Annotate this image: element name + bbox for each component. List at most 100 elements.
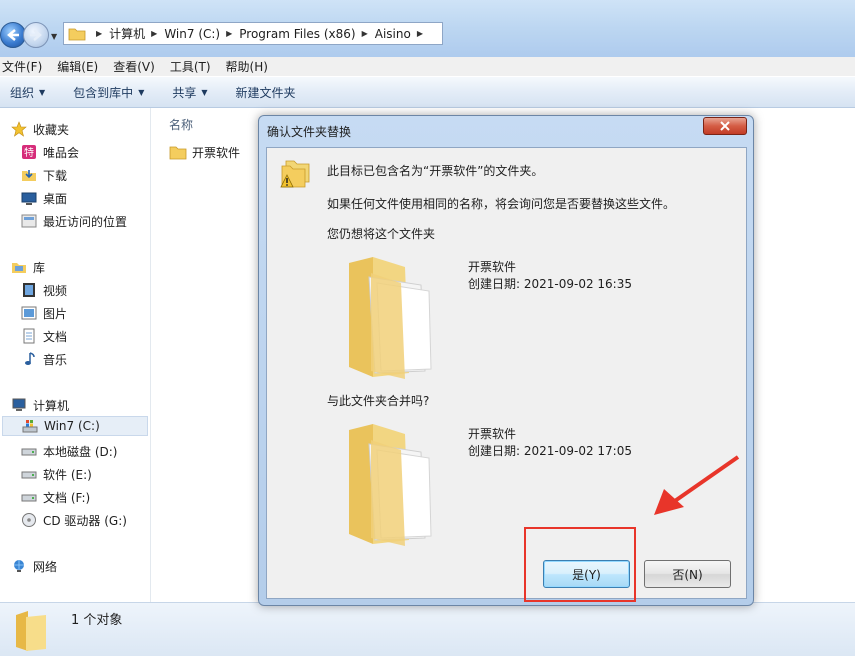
hard-drive-icon (20, 443, 38, 459)
dialog-message-line1: 此目标已包含名为“开票软件”的文件夹。 (327, 164, 544, 178)
vip-icon: 特 (20, 144, 38, 160)
sidebar-item-libraries[interactable]: 库 (10, 257, 45, 277)
chevron-right-icon: ▶ (416, 29, 423, 38)
sidebar-item-label: 库 (33, 260, 46, 275)
source-folder-preview[interactable] (347, 255, 435, 383)
sidebar-item-label: 图片 (43, 306, 68, 321)
target-folder-preview[interactable] (347, 422, 435, 550)
folder-icon (68, 28, 86, 40)
history-dropdown-icon[interactable]: ▼ (51, 32, 57, 41)
chevron-down-icon: ▼ (138, 87, 145, 97)
source-folder-info: 开票软件 创建日期: 2021-09-02 16:35 (468, 259, 632, 293)
breadcrumb-computer[interactable]: 计算机 ▶ (109, 25, 164, 42)
download-folder-icon (20, 167, 38, 183)
list-item[interactable]: 开票软件 (169, 144, 240, 161)
sidebar-item-label: 最近访问的位置 (43, 214, 128, 229)
network-icon (10, 558, 28, 574)
no-button[interactable]: 否(N) (644, 560, 731, 588)
chevron-down-icon: ▼ (201, 87, 208, 97)
menu-view[interactable]: 查看(V) (113, 58, 155, 75)
sidebar-item-pictures[interactable]: 图片 (20, 303, 67, 323)
dialog-body: 此目标已包含名为“开票软件”的文件夹。 如果任何文件使用相同的名称，将会询问您是… (266, 147, 747, 599)
sidebar-item-computer[interactable]: 计算机 (10, 395, 69, 415)
forward-button[interactable] (23, 22, 49, 48)
computer-icon (10, 397, 28, 413)
breadcrumb-label: Program Files (x86) (239, 26, 356, 41)
sidebar-item-favorites[interactable]: 收藏夹 (10, 119, 69, 139)
merge-question: 与此文件夹合并吗? (327, 394, 430, 408)
sidebar-item-network[interactable]: 网络 (10, 556, 57, 576)
new-folder-label: 新建文件夹 (235, 85, 296, 100)
include-library-button[interactable]: 包含到库中 ▼ (73, 84, 144, 101)
close-button[interactable] (703, 117, 747, 135)
target-folder-info: 开票软件 创建日期: 2021-09-02 17:05 (468, 426, 632, 460)
new-folder-button[interactable]: 新建文件夹 (236, 84, 296, 101)
sidebar-item-drive-d[interactable]: 本地磁盘 (D:) (20, 441, 117, 461)
dialog-message-line2: 如果任何文件使用相同的名称，将会询问您是否要替换这些文件。 (327, 197, 676, 211)
breadcrumb-root[interactable]: ▶ (90, 29, 109, 38)
sidebar-item-videos[interactable]: 视频 (20, 280, 67, 300)
document-icon (20, 328, 38, 344)
breadcrumb-aisino[interactable]: Aisino ▶ (375, 27, 430, 41)
breadcrumb-program-files[interactable]: Program Files (x86) ▶ (239, 27, 374, 41)
source-folder-name: 开票软件 (468, 260, 517, 274)
sidebar-item-label: 本地磁盘 (D:) (43, 444, 118, 459)
menu-edit[interactable]: 编辑(E) (57, 58, 98, 75)
command-toolbar: 组织 ▼ 包含到库中 ▼ 共享 ▼ 新建文件夹 (0, 77, 855, 108)
column-header-name[interactable]: 名称 (169, 116, 193, 133)
breadcrumb-drive[interactable]: Win7 (C:) ▶ (164, 27, 239, 41)
breadcrumb-label: Aisino (374, 26, 411, 41)
svg-text:特: 特 (24, 147, 34, 159)
sidebar-item-label: 软件 (E:) (43, 467, 92, 482)
sidebar-item-label: 收藏夹 (33, 122, 70, 137)
cd-drive-icon (20, 512, 38, 528)
menu-help[interactable]: 帮助(H) (226, 58, 268, 75)
menu-tools[interactable]: 工具(T) (170, 58, 211, 75)
navigation-buttons: ▼ (0, 20, 62, 52)
chevron-right-icon: ▶ (361, 29, 368, 38)
sidebar-item-label: 文档 (F:) (43, 490, 91, 505)
breadcrumb-label: Win7 (C:) (164, 26, 221, 41)
sidebar-item-label: 计算机 (33, 398, 70, 413)
folder-icon (169, 146, 187, 160)
hard-drive-icon (20, 489, 38, 505)
large-folder-icon (349, 424, 432, 546)
dialog-message-line3: 您仍想将这个文件夹 (327, 227, 436, 241)
sidebar-item-desktop[interactable]: 桌面 (20, 188, 67, 208)
status-bar: 1 个对象 (0, 602, 855, 656)
hard-drive-icon (20, 466, 38, 482)
chevron-right-icon: ▶ (151, 29, 158, 38)
chevron-down-icon: ▼ (39, 87, 46, 97)
close-icon (720, 121, 730, 131)
share-button[interactable]: 共享 ▼ (172, 84, 207, 101)
sidebar-item-label: Win7 (C:) (44, 419, 100, 433)
sidebar-item-label: 文档 (43, 329, 68, 344)
organize-button[interactable]: 组织 ▼ (10, 84, 45, 101)
sidebar-item-music[interactable]: 音乐 (20, 349, 67, 369)
status-object-count: 1 个对象 (71, 613, 123, 628)
sidebar-item-label: 唯品会 (43, 145, 80, 160)
sidebar-item-drive-e[interactable]: 软件 (E:) (20, 464, 92, 484)
sidebar-item-drive-g[interactable]: CD 驱动器 (G:) (20, 510, 127, 530)
target-folder-name: 开票软件 (468, 427, 517, 441)
sidebar-item-drive-c[interactable]: Win7 (C:) (2, 416, 148, 436)
annotation-highlight-box (524, 527, 636, 602)
forward-arrow-icon (30, 29, 42, 41)
sidebar-item-documents[interactable]: 文档 (20, 326, 67, 346)
sidebar-item-downloads[interactable]: 下载 (20, 165, 67, 185)
sidebar-item-recent[interactable]: 最近访问的位置 (20, 211, 127, 231)
sidebar-item-vip[interactable]: 特 唯品会 (20, 142, 79, 162)
sidebar-item-label: 视频 (43, 283, 68, 298)
target-folder-date: 创建日期: 2021-09-02 17:05 (468, 444, 632, 458)
organize-label: 组织 (10, 85, 35, 100)
menu-file[interactable]: 文件(F) (2, 58, 42, 75)
windows-drive-icon (21, 418, 39, 434)
share-label: 共享 (172, 85, 197, 100)
large-folder-icon (349, 257, 432, 379)
sidebar-item-drive-f[interactable]: 文档 (F:) (20, 487, 90, 507)
address-bar[interactable]: ▶ 计算机 ▶ Win7 (C:) ▶ Program Files (x86) ▶ A… (63, 22, 443, 45)
sidebar-item-label: 网络 (33, 559, 58, 574)
breadcrumb-label: 计算机 (109, 27, 146, 41)
dialog-title: 确认文件夹替换 (267, 125, 352, 139)
annotation-arrow-icon (654, 455, 740, 515)
